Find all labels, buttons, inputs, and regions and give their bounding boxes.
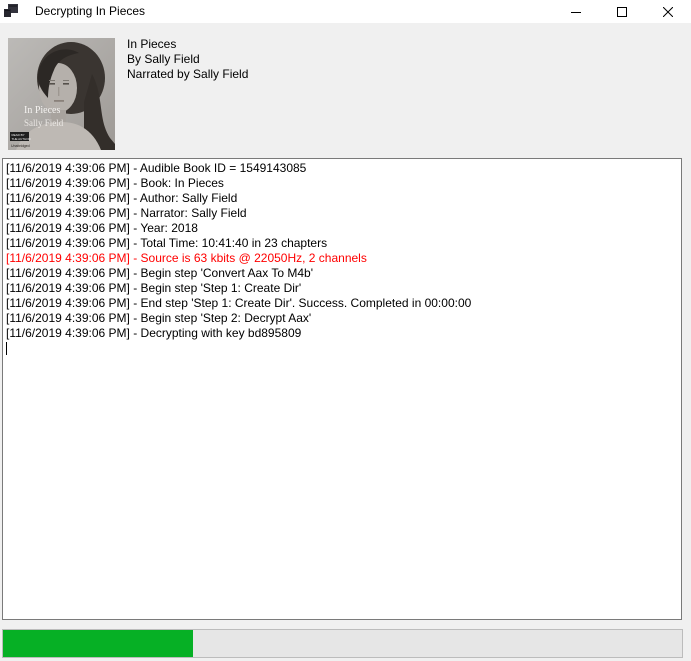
progress-fill xyxy=(3,630,193,657)
close-icon xyxy=(663,7,673,17)
text-caret xyxy=(6,342,7,355)
log-line: [11/6/2019 4:39:06 PM] - End step 'Step … xyxy=(6,296,678,311)
log-line: [11/6/2019 4:39:06 PM] - Author: Sally F… xyxy=(6,191,678,206)
window-title: Decrypting In Pieces xyxy=(35,4,145,18)
log-line: [11/6/2019 4:39:06 PM] - Begin step 'Con… xyxy=(6,266,678,281)
cover-badge-line2: THE AUTHOR xyxy=(12,137,32,141)
app-icon xyxy=(3,3,19,19)
minimize-icon xyxy=(571,7,581,17)
log-line: [11/6/2019 4:39:06 PM] - Begin step 'Ste… xyxy=(6,311,678,326)
cover-author-text: Sally Field xyxy=(24,118,64,128)
maximize-icon xyxy=(617,7,627,17)
book-title: In Pieces xyxy=(127,37,248,52)
log-line: [11/6/2019 4:39:06 PM] - Audible Book ID… xyxy=(6,161,678,176)
cover-badge-line3: Unabridged xyxy=(11,144,30,148)
book-author: By Sally Field xyxy=(127,52,248,67)
log-line: [11/6/2019 4:39:06 PM] - Total Time: 10:… xyxy=(6,236,678,251)
title-bar[interactable]: Decrypting In Pieces xyxy=(0,0,691,23)
log-line: [11/6/2019 4:39:06 PM] - Begin step 'Ste… xyxy=(6,281,678,296)
maximize-button[interactable] xyxy=(599,0,645,23)
log-line: [11/6/2019 4:39:06 PM] - Narrator: Sally… xyxy=(6,206,678,221)
window-controls xyxy=(553,0,691,23)
book-info: In Pieces By Sally Field Narrated by Sal… xyxy=(127,37,248,82)
book-narrator: Narrated by Sally Field xyxy=(127,67,248,82)
minimize-button[interactable] xyxy=(553,0,599,23)
log-area[interactable]: [11/6/2019 4:39:06 PM] - Audible Book ID… xyxy=(2,158,682,620)
cover-title-text: In Pieces xyxy=(24,105,60,116)
close-button[interactable] xyxy=(645,0,691,23)
log-line: [11/6/2019 4:39:06 PM] - Book: In Pieces xyxy=(6,176,678,191)
log-line: [11/6/2019 4:39:06 PM] - Decrypting with… xyxy=(6,326,678,341)
book-cover-image: In Pieces Sally Field READ BY THE AUTHOR… xyxy=(8,38,115,150)
log-line: [11/6/2019 4:39:06 PM] - Source is 63 kb… xyxy=(6,251,678,266)
progress-bar xyxy=(2,629,683,658)
app-window: Decrypting In Pieces xyxy=(0,0,691,661)
log-line: [11/6/2019 4:39:06 PM] - Year: 2018 xyxy=(6,221,678,236)
